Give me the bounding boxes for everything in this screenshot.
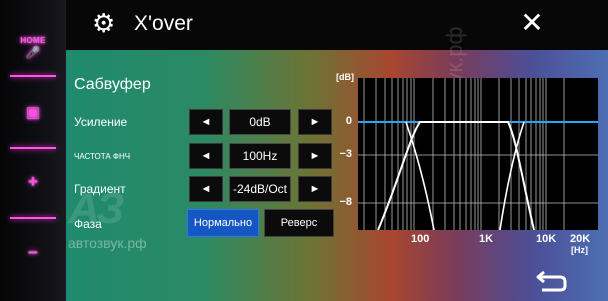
y-axis-unit: [dB] bbox=[336, 72, 354, 82]
phase-normal-button[interactable]: Нормально bbox=[187, 209, 259, 237]
display-icon[interactable]: ▣ bbox=[0, 103, 66, 121]
microphone-icon[interactable]: 🎤 bbox=[0, 46, 66, 59]
crossover-graph bbox=[358, 78, 598, 230]
home-button[interactable]: HOME bbox=[0, 36, 66, 45]
x-tick-10k: 10K bbox=[536, 233, 557, 245]
lpf-increase-button[interactable]: ► bbox=[298, 143, 332, 169]
slope-value: -24dB/Oct bbox=[229, 176, 291, 202]
slope-increase-button[interactable]: ► bbox=[298, 176, 332, 202]
gain-increase-button[interactable]: ► bbox=[298, 109, 332, 135]
x-tick-20k: 20K bbox=[570, 233, 591, 245]
lpf-frequency-label: ЧАСТОТА ФНЧ bbox=[74, 152, 131, 161]
gear-icon: ⚙ bbox=[92, 8, 116, 38]
y-tick-minus3: −3 bbox=[339, 148, 352, 160]
gain-label: Усиление bbox=[74, 115, 128, 129]
volume-up-button[interactable]: + bbox=[0, 172, 66, 192]
back-button[interactable] bbox=[536, 266, 568, 294]
phase-label: Фаза bbox=[74, 217, 102, 231]
close-icon: ✕ bbox=[520, 7, 544, 38]
bezel-divider bbox=[10, 217, 56, 219]
page-title: X'over bbox=[134, 12, 193, 35]
phase-reverse-button[interactable]: Реверс bbox=[264, 209, 334, 237]
watermark-site: автозвук.рф bbox=[68, 235, 147, 251]
bezel-divider bbox=[10, 75, 56, 77]
volume-down-button[interactable]: − bbox=[0, 243, 66, 263]
slope-decrease-button[interactable]: ◄ bbox=[189, 176, 223, 202]
back-arrow-icon bbox=[536, 270, 567, 292]
slope-label: Градиент bbox=[74, 182, 126, 196]
gain-decrease-button[interactable]: ◄ bbox=[189, 109, 223, 135]
y-tick-minus8: −8 bbox=[339, 196, 352, 208]
gain-value: 0dB bbox=[229, 109, 291, 135]
y-tick-0: 0 bbox=[345, 115, 352, 127]
x-tick-100: 100 bbox=[411, 233, 430, 245]
x-axis-unit: [Hz] bbox=[571, 245, 588, 255]
close-button[interactable]: ✕ bbox=[512, 4, 552, 42]
x-tick-1k: 1K bbox=[479, 233, 494, 245]
bezel-divider bbox=[10, 147, 56, 149]
lpf-frequency-value: 100Hz bbox=[229, 143, 291, 169]
title-bar: ⚙ X'over ✕ bbox=[66, 0, 608, 50]
screen: ⚙ X'over ✕ АЗ автозвук.рф автозвук.рф Са… bbox=[66, 0, 608, 301]
section-title: Сабвуфер bbox=[74, 76, 151, 93]
lpf-decrease-button[interactable]: ◄ bbox=[189, 143, 223, 169]
hardware-bezel: HOME 🎤 ▣ + − bbox=[0, 0, 66, 301]
